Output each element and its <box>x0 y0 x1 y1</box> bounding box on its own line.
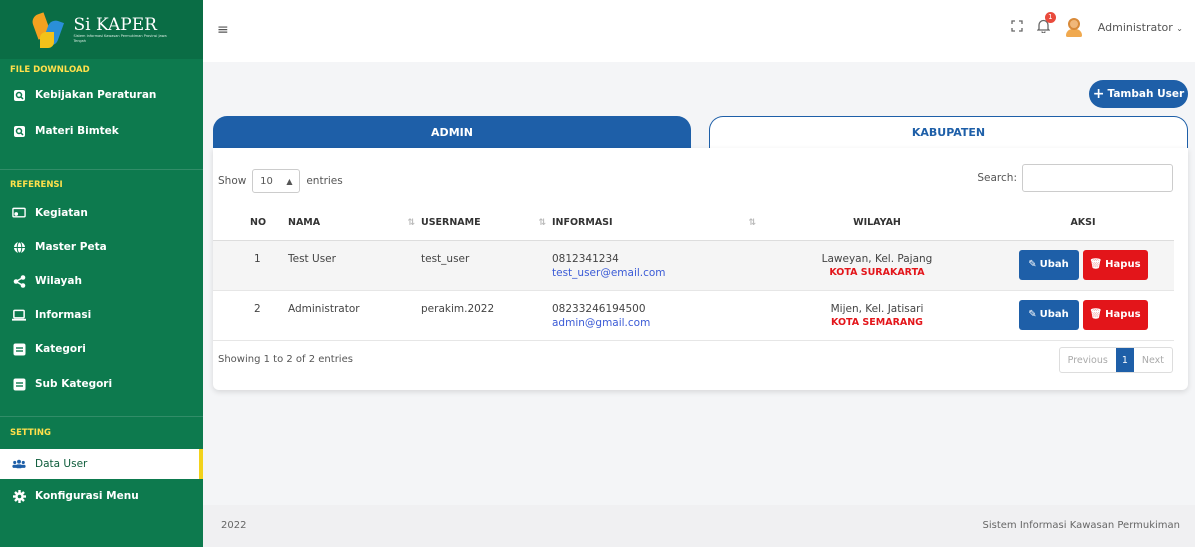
select-arrow-icon: ▲︎ <box>286 176 293 186</box>
cell-username: test_user <box>421 240 552 291</box>
delete-button[interactable]: 🗑︎ Hapus <box>1082 249 1148 280</box>
topbar: ≡ 1 Administrator ⌄ <box>203 0 1195 62</box>
tab-kabupaten[interactable]: KABUPATEN <box>709 116 1188 148</box>
col-informasi[interactable]: INFORMASI ⇅ <box>552 206 762 241</box>
email-link[interactable]: admin@gmail.com <box>552 317 762 329</box>
cell-no: 2 <box>213 290 288 341</box>
cell-informasi: 0812341234 test_user@email.com <box>552 240 762 291</box>
delete-button[interactable]: 🗑︎ Hapus <box>1082 299 1148 330</box>
cell-username: perakim.2022 <box>421 290 552 341</box>
section-referensi: REFERENSI <box>10 180 63 190</box>
sidebar-item-label: Kategori <box>35 343 86 355</box>
table-row: 2 Administrator perakim.2022 08233246194… <box>213 290 1174 341</box>
list-icon <box>12 377 26 391</box>
pencil-icon: ✎ <box>1028 259 1037 270</box>
sidebar-item-label: Kebijakan Peraturan <box>35 89 157 101</box>
footer: 2022 Sistem Informasi Kawasan Permukiman <box>203 505 1195 547</box>
search-control: Search: <box>977 164 1173 192</box>
edit-button[interactable]: ✎ Ubah <box>1018 249 1079 280</box>
sidebar-item-kegiatan[interactable]: Kegiatan <box>0 196 203 230</box>
sort-icon: ⇅ <box>407 218 415 228</box>
col-no[interactable]: NO <box>213 206 288 241</box>
sidebar-item-label: Wilayah <box>35 275 82 287</box>
gear-icon <box>12 489 26 503</box>
plus-icon: + <box>1092 86 1105 102</box>
fullscreen-icon[interactable] <box>1011 19 1023 35</box>
sidebar-item-label: Materi Bimtek <box>35 125 119 137</box>
sidebar-item-kategori[interactable]: Kategori <box>0 332 203 366</box>
sidebar: Si KAPER Sistem Informasi Kawasan Permuk… <box>0 0 203 547</box>
brand-title: Si KAPER <box>73 14 157 35</box>
sort-icon: ⇅ <box>538 218 546 228</box>
cell-aksi: ✎ Ubah 🗑︎ Hapus <box>992 290 1174 341</box>
col-wilayah[interactable]: WILAYAH <box>762 206 992 241</box>
sidebar-item-label: Konfigurasi Menu <box>35 490 139 502</box>
cell-nama: Test User <box>288 240 421 291</box>
section-setting: SETTING <box>10 428 51 438</box>
sidebar-item-konfigurasi-menu[interactable]: Konfigurasi Menu <box>0 479 203 513</box>
sidebar-item-sub-kategori[interactable]: Sub Kategori <box>0 366 203 402</box>
sort-icon: ⇅ <box>748 218 756 228</box>
cell-aksi: ✎ Ubah 🗑︎ Hapus <box>992 240 1174 291</box>
file-search-icon <box>12 124 26 138</box>
trash-icon: 🗑︎ <box>1089 309 1103 320</box>
section-file-download: FILE DOWNLOAD <box>10 65 90 75</box>
brand-subtitle: Sistem Informasi Kawasan Permukiman Prov… <box>73 33 167 43</box>
user-menu[interactable]: Administrator ⌄ <box>1098 21 1183 34</box>
next-page-button[interactable]: Next <box>1134 348 1172 372</box>
sidebar-item-master-peta[interactable]: Master Peta <box>0 230 203 264</box>
col-aksi: AKSI <box>992 206 1174 241</box>
sidebar-item-label: Data User <box>35 458 88 470</box>
cell-wilayah: Laweyan, Kel. Pajang KOTA SURAKARTA <box>762 240 992 291</box>
users-table-card: Show 10 ▲︎ entries Search: NO NAMA ⇅ USERN… <box>213 148 1188 390</box>
users-table: NO NAMA ⇅ USERNAME ⇅ INFORMASI ⇅ WILAYAH AK… <box>213 206 1174 341</box>
pagination: Previous 1 Next <box>1058 347 1173 373</box>
laptop-icon <box>12 308 26 322</box>
cell-no: 1 <box>213 240 288 291</box>
notification-badge: 1 <box>1044 12 1056 23</box>
tab-admin[interactable]: ADMIN <box>213 116 691 148</box>
cell-informasi: 08233246194500 admin@gmail.com <box>552 290 762 341</box>
chevron-down-icon: ⌄ <box>1176 23 1183 33</box>
sidebar-item-label: Master Peta <box>35 241 107 253</box>
sidebar-item-wilayah[interactable]: Wilayah <box>0 264 203 298</box>
avatar[interactable] <box>1064 16 1084 38</box>
brand[interactable]: Si KAPER Sistem Informasi Kawasan Permuk… <box>0 0 203 59</box>
col-username[interactable]: USERNAME ⇅ <box>421 206 552 241</box>
presentation-icon <box>12 206 26 220</box>
sidebar-item-label: Informasi <box>35 309 92 321</box>
footer-year: 2022 <box>221 520 247 531</box>
add-user-button[interactable]: + Tambah User <box>1089 80 1188 108</box>
list-icon <box>12 342 26 356</box>
sidebar-item-label: Kegiatan <box>35 207 88 219</box>
col-nama[interactable]: NAMA ⇅ <box>288 206 421 241</box>
globe-icon <box>12 240 26 254</box>
page-1-button[interactable]: 1 <box>1115 348 1134 372</box>
sidebar-item-informasi[interactable]: Informasi <box>0 298 203 332</box>
email-link[interactable]: test_user@email.com <box>552 267 762 279</box>
table-row: 1 Test User test_user 0812341234 test_us… <box>213 240 1174 291</box>
prev-page-button[interactable]: Previous <box>1060 348 1116 372</box>
sidebar-item-materi-bimtek[interactable]: Materi Bimtek <box>0 113 203 149</box>
users-icon <box>12 457 26 471</box>
sidebar-item-kebijakan-peraturan[interactable]: Kebijakan Peraturan <box>0 77 203 113</box>
footer-app-name: Sistem Informasi Kawasan Permukiman <box>982 520 1180 531</box>
cell-nama: Administrator <box>288 290 421 341</box>
bell-icon <box>1036 19 1051 36</box>
notification-button[interactable]: 1 <box>1036 12 1056 36</box>
logo-icon <box>29 10 70 50</box>
pencil-icon: ✎ <box>1028 309 1037 320</box>
table-info: Showing 1 to 2 of 2 entries <box>218 354 353 365</box>
sidebar-item-data-user[interactable]: Data User <box>0 449 203 479</box>
cell-wilayah: Mijen, Kel. Jatisari KOTA SEMARANG <box>762 290 992 341</box>
menu-toggle-icon[interactable]: ≡ <box>217 22 229 38</box>
edit-button[interactable]: ✎ Ubah <box>1018 299 1079 330</box>
file-search-icon <box>12 88 26 102</box>
page-size-control: Show 10 ▲︎ entries <box>218 169 343 193</box>
trash-icon: 🗑︎ <box>1089 259 1103 270</box>
search-input[interactable] <box>1022 164 1173 192</box>
share-icon <box>12 274 26 288</box>
page-size-select[interactable]: 10 ▲︎ <box>252 169 301 193</box>
sidebar-item-label: Sub Kategori <box>35 378 113 390</box>
